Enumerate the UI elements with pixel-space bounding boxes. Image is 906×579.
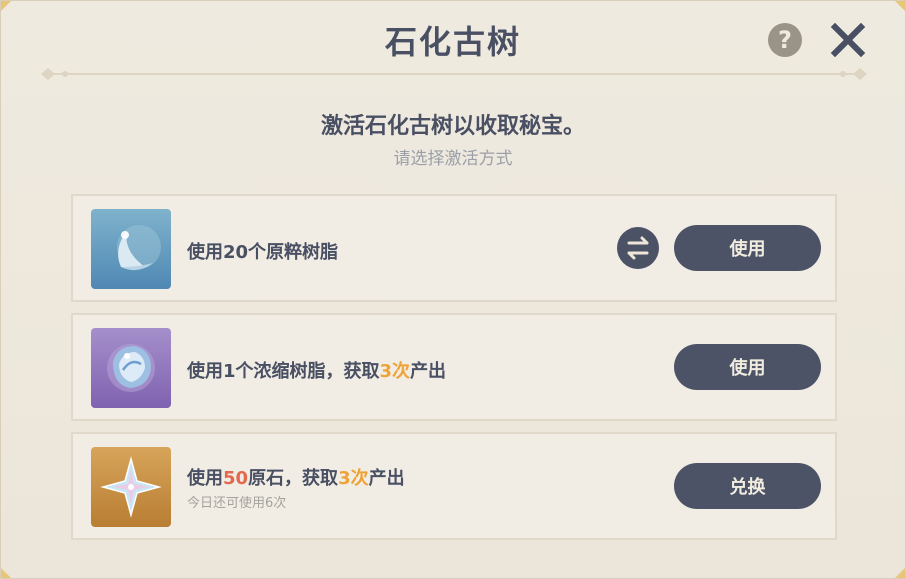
exchange-button[interactable]: 兑换 [674,463,821,509]
corner-ornament [891,1,905,15]
original-resin-icon [91,209,171,289]
use-button[interactable]: 使用 [674,225,821,271]
remaining-uses-text: 今日还可使用6次 [187,496,287,511]
swap-button[interactable] [617,227,659,269]
option-original-resin: 使用20个原粹树脂 使用 [71,194,837,302]
option-condensed-resin: 使用1个浓缩树脂，获取3次产出 使用 [71,313,837,421]
corner-ornament [1,564,15,578]
dialog-headline: 激活石化古树以收取秘宝。 [320,114,585,139]
swap-icon [627,236,649,260]
corner-ornament [1,1,15,15]
help-button[interactable]: ? [768,23,802,57]
title-divider [39,65,869,83]
activation-dialog: 石化古树 ? 激活石化古树以收取秘宝。 请选择激活方式 使用20个原粹树脂 使用… [0,0,906,579]
close-icon [830,22,866,58]
option-primogem: 使用50原石，获取3次产出 今日还可使用6次 兑换 [71,432,837,540]
dialog-subline: 请选择激活方式 [393,149,513,169]
help-icon: ? [778,26,792,54]
corner-ornament [891,564,905,578]
option-text: 使用1个浓缩树脂，获取3次产出 [187,361,447,382]
condensed-resin-icon [91,328,171,408]
option-text: 使用20个原粹树脂 [187,242,339,263]
use-button[interactable]: 使用 [674,344,821,390]
primogem-icon [91,447,171,527]
option-text: 使用50原石，获取3次产出 [187,468,405,489]
close-button[interactable] [829,21,867,59]
